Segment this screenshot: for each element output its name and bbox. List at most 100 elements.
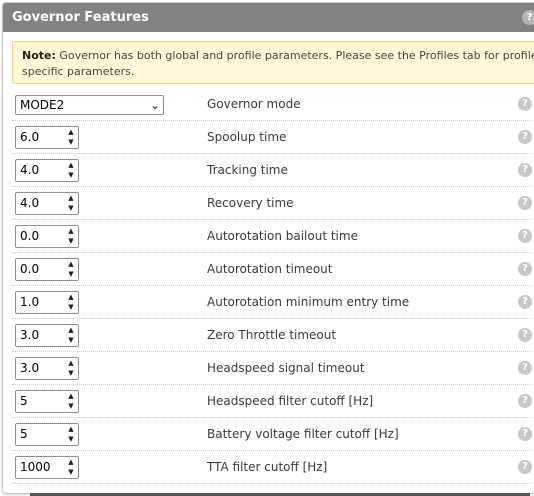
number-stepper[interactable]: 4.0 ▲ ▼ (15, 159, 79, 182)
decrement-arrow-icon[interactable]: ▼ (64, 236, 78, 246)
row-field: 0.0 ▲ ▼ Autorotation timeout? (12, 253, 532, 286)
help-icon[interactable]: ? (518, 328, 532, 342)
field-label: Tracking time (207, 163, 288, 177)
stepper-value: 5 (20, 427, 28, 441)
field-label: Autorotation minimum entry time (207, 295, 410, 309)
panel-header: Governor Features ? (3, 3, 534, 32)
stepper-buttons: ▲ ▼ (64, 358, 78, 379)
field-label: Recovery time (207, 196, 294, 210)
help-icon[interactable]: ? (518, 196, 532, 210)
increment-arrow-icon[interactable]: ▲ (64, 358, 78, 368)
governor-features-panel: Governor Features ? Note: Governor has b… (2, 2, 534, 494)
stepper-buttons: ▲ ▼ (64, 424, 78, 445)
row-field: 6.0 ▲ ▼ Spoolup time? (12, 121, 532, 154)
stepper-value: 5 (20, 394, 28, 408)
increment-arrow-icon[interactable]: ▲ (64, 259, 78, 269)
help-icon[interactable]: ? (518, 262, 532, 276)
increment-arrow-icon[interactable]: ▲ (64, 325, 78, 335)
field-label: TTA filter cutoff [Hz] (207, 460, 328, 474)
row-field: 3.0 ▲ ▼ Headspeed signal timeout? (12, 352, 532, 385)
help-icon[interactable]: ? (518, 163, 532, 177)
number-stepper[interactable]: 3.0 ▲ ▼ (15, 357, 79, 380)
row-field: 4.0 ▲ ▼ Recovery time? (12, 187, 532, 220)
stepper-buttons: ▲ ▼ (64, 226, 78, 247)
stepper-value: 4.0 (20, 163, 40, 177)
field-label: Battery voltage filter cutoff [Hz] (207, 427, 399, 441)
governor-mode-select[interactable]: MODE2 ⌄ (15, 95, 164, 115)
help-icon[interactable]: ? (518, 295, 532, 309)
row-governor-mode: MODE2 ⌄ Governor mode ? (12, 88, 532, 121)
stepper-buttons: ▲ ▼ (64, 160, 78, 181)
help-icon[interactable]: ? (518, 394, 532, 408)
increment-arrow-icon[interactable]: ▲ (64, 127, 78, 137)
stepper-value: 6.0 (20, 130, 40, 144)
governor-mode-label: Governor mode (207, 97, 301, 111)
increment-arrow-icon[interactable]: ▲ (64, 193, 78, 203)
stepper-buttons: ▲ ▼ (64, 259, 78, 280)
number-stepper[interactable]: 4.0 ▲ ▼ (15, 192, 79, 215)
help-icon[interactable]: ? (518, 130, 532, 144)
increment-arrow-icon[interactable]: ▲ (64, 457, 78, 467)
number-stepper[interactable]: 0.0 ▲ ▼ (15, 258, 79, 281)
note-label: Note: (22, 49, 56, 62)
field-label: Spoolup time (207, 130, 287, 144)
decrement-arrow-icon[interactable]: ▼ (64, 467, 78, 477)
governor-mode-value: MODE2 (20, 98, 65, 112)
stepper-value: 3.0 (20, 328, 40, 342)
increment-arrow-icon[interactable]: ▲ (64, 292, 78, 302)
field-label: Autorotation timeout (207, 262, 333, 276)
row-field: 0.0 ▲ ▼ Autorotation bailout time? (12, 220, 532, 253)
help-icon[interactable]: ? (518, 460, 532, 474)
field-label: Headspeed filter cutoff [Hz] (207, 394, 374, 408)
stepper-value: 1.0 (20, 295, 40, 309)
decrement-arrow-icon[interactable]: ▼ (64, 170, 78, 180)
decrement-arrow-icon[interactable]: ▼ (64, 368, 78, 378)
header-help-icon[interactable]: ? (522, 10, 534, 25)
stepper-value: 3.0 (20, 361, 40, 375)
decrement-arrow-icon[interactable]: ▼ (64, 302, 78, 312)
row-field: 5 ▲ ▼ Headspeed filter cutoff [Hz]? (12, 385, 532, 418)
row-field: 1.0 ▲ ▼ Autorotation minimum entry time? (12, 286, 532, 319)
number-stepper[interactable]: 1000 ▲ ▼ (15, 456, 79, 479)
stepper-buttons: ▲ ▼ (64, 391, 78, 412)
decrement-arrow-icon[interactable]: ▼ (64, 335, 78, 345)
stepper-value: 1000 (20, 460, 51, 474)
help-icon[interactable]: ? (518, 427, 532, 441)
increment-arrow-icon[interactable]: ▲ (64, 391, 78, 401)
row-field: 3.0 ▲ ▼ Zero Throttle timeout? (12, 319, 532, 352)
number-stepper[interactable]: 0.0 ▲ ▼ (15, 225, 79, 248)
field-label: Autorotation bailout time (207, 229, 358, 243)
stepper-value: 4.0 (20, 196, 40, 210)
row-divider (12, 483, 532, 484)
number-stepper[interactable]: 5 ▲ ▼ (15, 423, 79, 446)
decrement-arrow-icon[interactable]: ▼ (64, 401, 78, 411)
increment-arrow-icon[interactable]: ▲ (64, 424, 78, 434)
stepper-value: 0.0 (20, 229, 40, 243)
help-icon[interactable]: ? (518, 229, 532, 243)
number-stepper[interactable]: 3.0 ▲ ▼ (15, 324, 79, 347)
field-label: Headspeed signal timeout (207, 361, 365, 375)
note-box: Note: Governor has both global and profi… (12, 41, 534, 84)
row-field: 4.0 ▲ ▼ Tracking time? (12, 154, 532, 187)
increment-arrow-icon[interactable]: ▲ (64, 160, 78, 170)
decrement-arrow-icon[interactable]: ▼ (64, 434, 78, 444)
stepper-value: 0.0 (20, 262, 40, 276)
stepper-buttons: ▲ ▼ (64, 193, 78, 214)
decrement-arrow-icon[interactable]: ▼ (64, 203, 78, 213)
number-stepper[interactable]: 5 ▲ ▼ (15, 390, 79, 413)
panel-title: Governor Features (12, 10, 149, 25)
help-icon[interactable]: ? (518, 361, 532, 375)
number-stepper[interactable]: 6.0 ▲ ▼ (15, 126, 79, 149)
field-label: Zero Throttle timeout (207, 328, 337, 342)
stepper-buttons: ▲ ▼ (64, 457, 78, 478)
increment-arrow-icon[interactable]: ▲ (64, 226, 78, 236)
decrement-arrow-icon[interactable]: ▼ (64, 137, 78, 147)
stepper-buttons: ▲ ▼ (64, 325, 78, 346)
decrement-arrow-icon[interactable]: ▼ (64, 269, 78, 279)
number-stepper[interactable]: 1.0 ▲ ▼ (15, 291, 79, 314)
help-icon[interactable]: ? (518, 97, 532, 111)
stepper-buttons: ▲ ▼ (64, 292, 78, 313)
row-field: 5 ▲ ▼ Battery voltage filter cutoff [Hz]? (12, 418, 532, 451)
note-text: Governor has both global and profile par… (22, 49, 534, 78)
chevron-down-icon: ⌄ (149, 98, 160, 112)
